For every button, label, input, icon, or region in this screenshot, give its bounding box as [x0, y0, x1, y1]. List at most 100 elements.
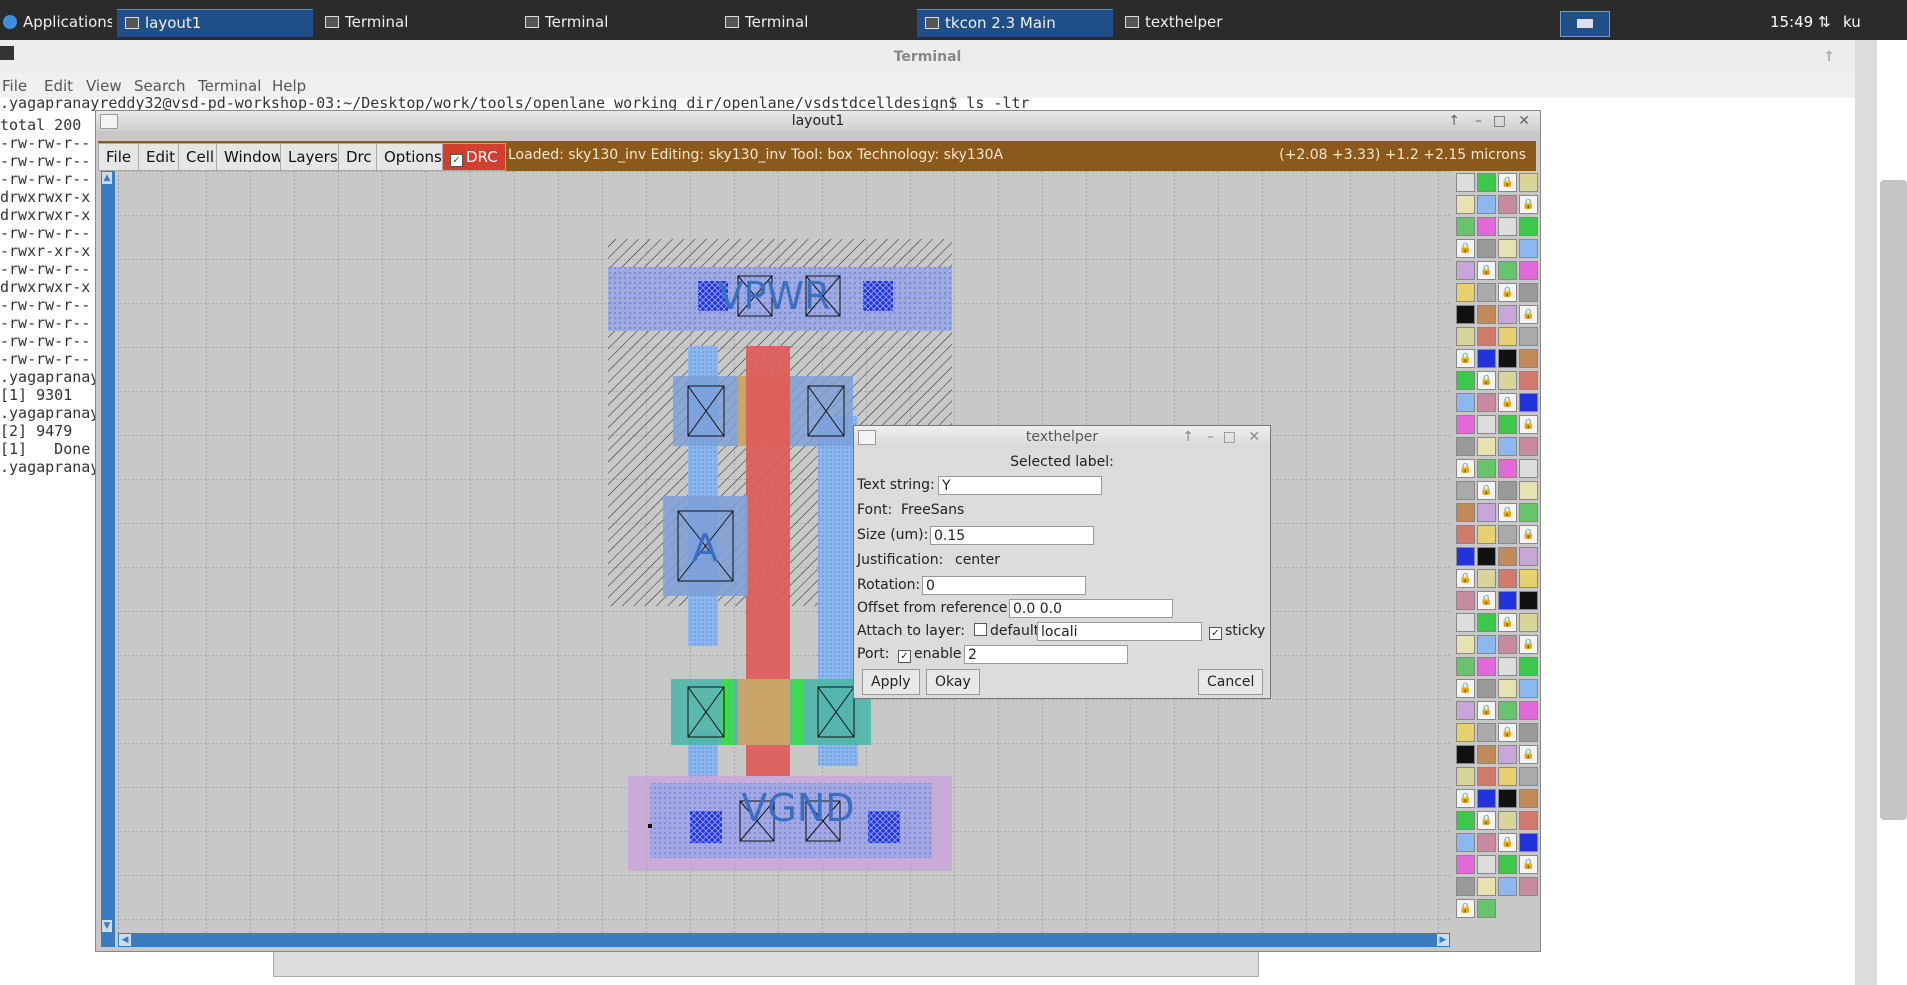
layer-swatch[interactable]	[1456, 811, 1475, 830]
layer-swatch[interactable]	[1519, 217, 1538, 236]
layer-swatch[interactable]	[1519, 811, 1538, 830]
offset-input[interactable]: 0.0 0.0	[1009, 599, 1173, 618]
enable-checkbox[interactable]: ✓ enable	[898, 646, 961, 663]
layer-swatch[interactable]	[1498, 481, 1517, 500]
layer-swatch[interactable]	[1456, 701, 1475, 720]
layer-lock-icon[interactable]: 🔒	[1498, 503, 1517, 522]
layer-swatch[interactable]	[1519, 547, 1538, 566]
layer-lock-icon[interactable]: 🔒	[1498, 393, 1517, 412]
layer-swatch[interactable]	[1498, 437, 1517, 456]
layer-swatch[interactable]	[1477, 459, 1496, 478]
maximize-icon[interactable]: □	[1493, 111, 1506, 131]
vertical-scrollbar[interactable]: ▲ ▼	[101, 171, 115, 933]
okay-button[interactable]: Okay	[926, 669, 980, 695]
layer-lock-icon[interactable]: 🔒	[1456, 459, 1475, 478]
scroll-down-icon[interactable]: ▼	[102, 920, 112, 932]
menu-terminal[interactable]: Terminal	[198, 77, 261, 95]
layer-lock-icon[interactable]: 🔒	[1456, 239, 1475, 258]
layer-lock-icon[interactable]: 🔒	[1519, 635, 1538, 654]
layer-swatch[interactable]	[1456, 635, 1475, 654]
layer-swatch[interactable]	[1477, 195, 1496, 214]
layer-swatch[interactable]	[1456, 195, 1475, 214]
layer-palette[interactable]: 🔒 🔒 🔒 🔒 🔒 🔒 🔒 🔒 🔒 🔒 🔒 🔒 🔒 🔒 🔒 🔒 🔒 🔒 🔒 🔒 🔒 🔒 🔒 🔒 🔒 🔒 🔒	[1452, 171, 1538, 933]
layer-swatch[interactable]	[1477, 503, 1496, 522]
layer-swatch[interactable]	[1477, 349, 1496, 368]
layer-swatch[interactable]	[1519, 503, 1538, 522]
layer-swatch[interactable]	[1519, 833, 1538, 852]
layer-lock-icon[interactable]: 🔒	[1456, 789, 1475, 808]
taskbar-item-terminal-1[interactable]: Terminal	[317, 9, 513, 36]
taskbar-item-tkcon[interactable]: tkcon 2.3 Main	[917, 9, 1113, 37]
font-value[interactable]: FreeSans	[901, 502, 964, 518]
layer-swatch[interactable]	[1519, 393, 1538, 412]
layer-lock-icon[interactable]: 🔒	[1519, 855, 1538, 874]
layer-swatch[interactable]	[1456, 767, 1475, 786]
sticky-checkbox[interactable]: ✓ sticky	[1209, 623, 1265, 640]
close-icon[interactable]: ✕	[1518, 111, 1530, 131]
layer-swatch[interactable]	[1498, 701, 1517, 720]
layer-swatch[interactable]	[1519, 437, 1538, 456]
scroll-right-icon[interactable]: ▶	[1437, 934, 1449, 946]
minimize-icon[interactable]: –	[1207, 426, 1214, 448]
maximize-icon[interactable]: □	[1223, 426, 1236, 448]
layer-swatch[interactable]	[1477, 239, 1496, 258]
menu-edit[interactable]: Edit	[138, 143, 184, 171]
layer-swatch[interactable]	[1519, 173, 1538, 192]
applications-menu[interactable]: Applications	[0, 9, 112, 36]
layer-swatch[interactable]	[1519, 261, 1538, 280]
layer-swatch[interactable]	[1477, 789, 1496, 808]
layer-lock-icon[interactable]: 🔒	[1519, 525, 1538, 544]
layer-swatch[interactable]	[1498, 547, 1517, 566]
layer-swatch[interactable]	[1519, 371, 1538, 390]
layer-swatch[interactable]	[1477, 899, 1496, 918]
layer-swatch[interactable]	[1498, 371, 1517, 390]
rotation-input[interactable]: 0	[922, 576, 1086, 595]
layer-swatch[interactable]	[1498, 679, 1517, 698]
drc-toggle[interactable]: ✓ DRC	[442, 143, 506, 171]
layer-swatch[interactable]	[1477, 767, 1496, 786]
taskbar-item-terminal-3[interactable]: Terminal	[717, 9, 913, 36]
layer-swatch[interactable]	[1498, 305, 1517, 324]
menu-options[interactable]: Options	[376, 143, 450, 171]
maximize-icon[interactable]: ↑	[1823, 40, 1835, 74]
clock[interactable]: 15:49	[1770, 9, 1813, 36]
layer-swatch[interactable]	[1477, 305, 1496, 324]
layer-swatch[interactable]	[1498, 195, 1517, 214]
layer-swatch[interactable]	[1477, 833, 1496, 852]
layer-swatch[interactable]	[1498, 239, 1517, 258]
layer-swatch[interactable]	[1456, 261, 1475, 280]
layer-swatch[interactable]	[1477, 613, 1496, 632]
layer-lock-icon[interactable]: 🔒	[1477, 811, 1496, 830]
layer-lock-icon[interactable]: 🔒	[1498, 613, 1517, 632]
menu-edit[interactable]: Edit	[44, 77, 73, 95]
layer-swatch[interactable]	[1477, 657, 1496, 676]
apply-button[interactable]: Apply	[862, 669, 920, 695]
layer-lock-icon[interactable]: 🔒	[1498, 283, 1517, 302]
layer-swatch[interactable]	[1456, 437, 1475, 456]
network-icon[interactable]: ⇅	[1818, 9, 1831, 36]
menu-search[interactable]: Search	[134, 77, 186, 95]
layer-lock-icon[interactable]: 🔒	[1456, 899, 1475, 918]
layer-swatch[interactable]	[1498, 855, 1517, 874]
layer-swatch[interactable]	[1498, 525, 1517, 544]
layer-lock-icon[interactable]: 🔒	[1456, 569, 1475, 588]
layer-swatch[interactable]	[1498, 327, 1517, 346]
menu-layers[interactable]: Layers	[280, 143, 346, 171]
menu-help[interactable]: Help	[272, 77, 306, 95]
layer-swatch[interactable]	[1477, 217, 1496, 236]
layer-swatch[interactable]	[1456, 657, 1475, 676]
minimize-icon[interactable]: –	[1475, 111, 1482, 131]
layer-swatch[interactable]	[1498, 217, 1517, 236]
layer-swatch[interactable]	[1456, 525, 1475, 544]
layer-swatch[interactable]	[1519, 723, 1538, 742]
layer-swatch[interactable]	[1477, 877, 1496, 896]
layer-swatch[interactable]	[1519, 789, 1538, 808]
layer-swatch[interactable]	[1477, 173, 1496, 192]
cancel-button[interactable]: Cancel	[1198, 669, 1264, 695]
layer-lock-icon[interactable]: 🔒	[1477, 701, 1496, 720]
layer-swatch[interactable]	[1519, 613, 1538, 632]
layer-swatch[interactable]	[1456, 327, 1475, 346]
taskbar-item-layout1[interactable]: layout1	[117, 9, 313, 37]
layer-swatch[interactable]	[1498, 261, 1517, 280]
layer-swatch[interactable]	[1477, 569, 1496, 588]
